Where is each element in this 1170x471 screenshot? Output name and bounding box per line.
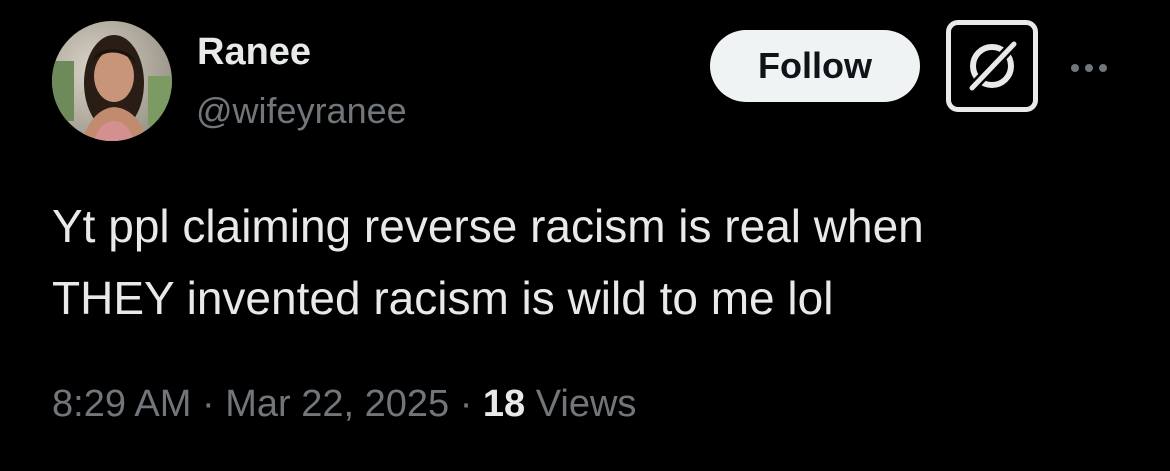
author-handle[interactable]: @wifeyranee xyxy=(196,90,407,132)
profile-photo-icon xyxy=(52,21,172,141)
tweet-card: Ranee @wifeyranee Follow Yt ppl claiming… xyxy=(0,0,1170,471)
tweet-text: Yt ppl claiming reverse racism is real w… xyxy=(52,190,1132,334)
more-dot xyxy=(1071,64,1079,72)
views-count: 18 xyxy=(482,383,526,425)
tweet-time[interactable]: 8:29 AM xyxy=(52,383,191,425)
tweet-date[interactable]: Mar 22, 2025 xyxy=(225,383,449,425)
author-display-name[interactable]: Ranee xyxy=(197,30,311,74)
grok-button[interactable] xyxy=(946,20,1038,112)
tweet-text-line-1: Yt ppl claiming reverse racism is real w… xyxy=(52,200,924,252)
tweet-meta: 8:29 AM · Mar 22, 2025 · 18 Views xyxy=(52,380,636,428)
more-dot xyxy=(1085,64,1093,72)
meta-separator: · xyxy=(201,383,215,425)
meta-separator: · xyxy=(459,383,473,425)
avatar[interactable] xyxy=(52,21,172,141)
grok-icon xyxy=(965,37,1021,95)
views-label: Views xyxy=(535,383,637,425)
follow-button[interactable]: Follow xyxy=(710,30,920,102)
tweet-text-line-2: THEY invented racism is wild to me lol xyxy=(52,272,834,324)
more-options-icon[interactable] xyxy=(1060,48,1118,88)
more-dot xyxy=(1099,64,1107,72)
